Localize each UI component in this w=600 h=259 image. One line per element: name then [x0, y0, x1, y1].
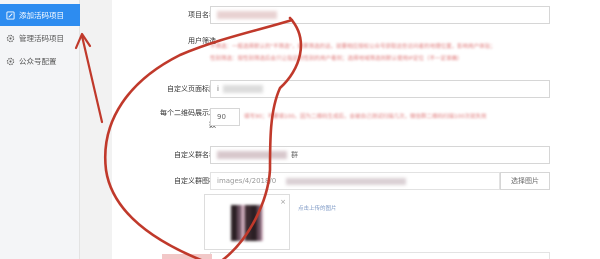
user-filter-label: 用户筛选 — [188, 37, 216, 45]
sidebar-item-label: 管理活码项目 — [19, 33, 64, 43]
project-name-value — [217, 11, 277, 19]
next-field-input[interactable] — [210, 252, 550, 259]
page-title-blur — [222, 85, 263, 93]
choose-image-label: 选择图片 — [511, 177, 539, 185]
qr-count-input[interactable]: 90 — [210, 108, 240, 126]
sidebar-item-account-config[interactable]: 公众号配置 — [0, 50, 80, 72]
sidebar: 添加活码项目 管理活码项目 公众号配置 — [0, 0, 80, 259]
group-icon-path-blur — [286, 177, 407, 185]
group-icon-path-input[interactable]: images/4/2018/0 — [210, 172, 500, 190]
qr-count-value: 90 — [217, 113, 226, 121]
choose-image-button[interactable]: 选择图片 — [500, 172, 550, 190]
user-filter-hint: 不筛选：一般选择默认的"不筛选"，如果筛选的话，就要相应授权公众号获取这些访问者… — [210, 44, 496, 50]
group-name-label: 自定义群名称 — [174, 151, 216, 159]
qr-count-label-2: 数 — [126, 120, 216, 130]
user-filter-hint-2: 性别筛选：按性别筛选后会只让指定的性别的用户看到；选择地域筛选则默认使用IP定位… — [210, 56, 463, 62]
close-icon[interactable]: × — [280, 198, 286, 206]
qr-count-label: 每个二维码展示次 — [160, 109, 216, 117]
project-name-input[interactable] — [210, 6, 550, 24]
page-title-label: 自定义页面标题 — [167, 85, 216, 93]
page-title-input[interactable]: i — [210, 80, 550, 98]
group-icon-image — [231, 205, 263, 241]
group-icon-preview: × — [204, 194, 290, 250]
sidebar-item-label: 公众号配置 — [19, 56, 57, 66]
group-name-value: 群 — [291, 151, 298, 159]
sidebar-item-add-project[interactable]: 添加活码项目 — [0, 4, 80, 26]
project-name-label: 项目名称 — [188, 11, 216, 19]
qr-count-hint: 填写90；不要填100。因为二维码生成后，会被自己测试扫描几次，微信群二维码扫描… — [244, 114, 487, 120]
remove-image-hint: 点击上传的图片 — [298, 206, 337, 212]
sidebar-item-label: 添加活码项目 — [19, 10, 64, 20]
next-field-label — [162, 254, 212, 259]
gear-icon — [6, 34, 15, 43]
sidebar-item-manage-projects[interactable]: 管理活码项目 — [0, 27, 80, 49]
group-name-blur — [217, 151, 287, 159]
group-icon-label: 自定义群图标 — [174, 177, 216, 185]
page-title-value: i — [217, 85, 219, 93]
edit-icon — [6, 10, 15, 20]
form-panel: 项目名称 用户筛选 不筛选：一般选择默认的"不筛选"，如果筛选的话，就要相应授权… — [112, 0, 600, 259]
gear-icon — [6, 57, 15, 66]
group-name-input[interactable]: 群 — [210, 146, 550, 164]
group-icon-path: images/4/2018/0 — [217, 177, 277, 185]
